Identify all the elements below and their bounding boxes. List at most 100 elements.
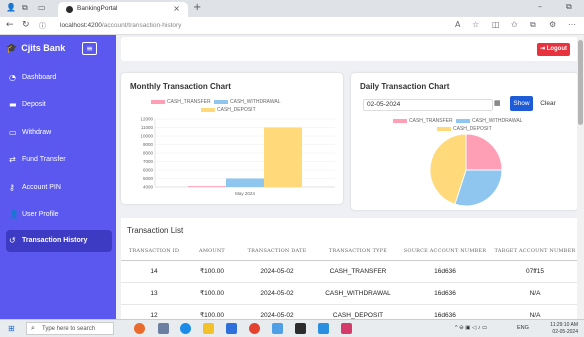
scrollbar-thumb[interactable] (578, 40, 583, 125)
logout-label: Logout (546, 46, 568, 52)
speedometer-icon: ◔ (9, 73, 16, 82)
y-tick-label: 8000 (143, 151, 154, 156)
extensions-icon[interactable]: ⚙ (549, 20, 556, 29)
sidebar-item-fund-transfer[interactable]: ⇄ Fund Transfer (0, 149, 116, 171)
cell-target: 07ff15 (491, 260, 579, 283)
more-icon[interactable]: ⋯ (568, 20, 576, 29)
favorite-star-icon[interactable]: ☆ (472, 20, 479, 29)
task-view-icon[interactable] (158, 323, 169, 334)
transaction-list-title: Transaction List (127, 226, 184, 235)
key-icon: ⚷ (9, 183, 15, 192)
cell-amount: ₹100.00 (187, 282, 237, 305)
language-indicator[interactable]: ENG (517, 325, 529, 331)
header-amount: Amount (187, 242, 237, 261)
search-placeholder: Type here to search (42, 326, 96, 332)
logout-button[interactable]: ⇥ Logout (537, 43, 570, 56)
x-tick-label: May 2024 (235, 191, 255, 196)
sidebar-item-account-pin[interactable]: ⚷ Account PIN (0, 177, 116, 199)
sidebar-item-transaction-history[interactable]: ↺ Transaction History (6, 230, 112, 252)
taskbar-search-input[interactable]: ⌕ Type here to search (26, 322, 114, 335)
clock-time: 11:29:10 AM (550, 322, 578, 328)
pie-slice-cash-transfer (465, 133, 503, 171)
menu-toggle-button[interactable]: ≡ (82, 42, 97, 55)
user-icon: 👤 (9, 210, 19, 219)
monthly-chart-card: Monthly Transaction Chart CASH_TRANSFER … (121, 73, 343, 204)
sidebar-item-label: User Profile (22, 211, 59, 218)
chrome-icon[interactable] (249, 323, 260, 334)
cell-transaction-id: 14 (121, 260, 187, 283)
tab-actions-icon[interactable]: ▭ (38, 3, 46, 12)
y-tick-label: 4000 (143, 185, 154, 190)
cell-target: N/A (491, 282, 579, 305)
refresh-icon[interactable]: ↻ (22, 20, 30, 30)
table-header-row: Transaction ID Amount Transaction Date T… (121, 242, 579, 261)
browser-tab[interactable]: BankingPortal × (58, 2, 188, 17)
sidebar-item-label: Fund Transfer (22, 156, 66, 163)
sidebar-item-label: Account PIN (22, 184, 61, 191)
table-row: 14 ₹100.00 2024-05-02 CASH_TRANSFER 16d6… (121, 260, 579, 283)
sidebar-item-user-profile[interactable]: 👤 User Profile (0, 204, 116, 226)
y-tick-label: 11000 (141, 125, 154, 130)
terminal-icon[interactable] (295, 323, 306, 334)
search-icon: ⌕ (31, 324, 35, 332)
app-icon-2[interactable] (272, 323, 283, 334)
profile-icon[interactable]: 👤 (6, 3, 16, 12)
app-icon-3[interactable] (341, 323, 352, 334)
header-transaction-date: Transaction Date (237, 242, 317, 261)
monthly-bar-chart: 4000 5000 6000 7000 8000 9000 10000 11000 12000 M… (140, 117, 335, 196)
back-icon[interactable]: ← (6, 20, 14, 30)
split-screen-icon[interactable]: ◫ (492, 20, 500, 29)
bar-cash-deposit (264, 127, 302, 187)
sidebar-item-label: Transaction History (22, 237, 88, 244)
cell-source: 16d636 (399, 282, 491, 305)
address-bar: ← ↻ ⓘ localhost:4200/account/transaction… (0, 17, 584, 35)
url-path: /account/transaction-history (101, 22, 182, 29)
site-info-icon[interactable]: ⓘ (39, 21, 46, 31)
read-aloud-icon[interactable]: A (455, 20, 460, 29)
sidebar-item-dashboard[interactable]: ◔ Dashboard (0, 67, 116, 89)
url-field[interactable]: localhost:4200/account/transaction-histo… (60, 22, 181, 29)
y-tick-label: 12000 (140, 117, 153, 122)
history-icon: ↺ (9, 236, 16, 245)
daily-chart-card: Daily Transaction Chart 02-05-2024 ▦ Sho… (351, 73, 578, 210)
graduation-cap-icon: 🎓 (6, 44, 18, 54)
top-bar: ⇥ Logout (121, 37, 579, 61)
logout-icon: ⇥ (539, 46, 547, 52)
new-tab-icon[interactable]: + (193, 2, 201, 13)
y-tick-label: 9000 (143, 142, 154, 147)
clock-date: 02-05-2024 (552, 329, 578, 335)
system-tray-icons[interactable]: ^ ⊖ ▣ ◁ ♪ ▭ (455, 325, 487, 331)
store-icon[interactable] (226, 323, 237, 334)
sidebar-item-label: Deposit (22, 101, 46, 108)
collections-icon[interactable]: ⧉ (530, 20, 536, 30)
cell-date: 2024-05-02 (237, 282, 317, 305)
brand-name: Cjits Bank (21, 43, 66, 53)
sidebar-item-deposit[interactable]: ▬ Deposit (0, 94, 116, 116)
header-transaction-id: Transaction ID (121, 242, 187, 261)
sidebar-item-withdraw[interactable]: ▭ Withdraw (0, 122, 116, 144)
tab-close-icon[interactable]: × (173, 4, 180, 13)
header-source-account: Source Account Number (399, 242, 491, 261)
header-transaction-type: Transaction Type (317, 242, 399, 261)
minimize-icon[interactable]: – (538, 2, 542, 11)
browser-tab-bar: 👤 ⧉ ▭ BankingPortal × + – ⧉ (0, 0, 584, 17)
cell-transaction-id: 13 (121, 282, 187, 305)
windows-start-icon[interactable]: ⊞ (8, 324, 15, 333)
clock[interactable]: 11:29:10 AM 02-05-2024 (540, 322, 578, 336)
app-icon-1[interactable] (134, 323, 145, 334)
file-explorer-icon[interactable] (203, 323, 214, 334)
edge-icon[interactable] (180, 323, 191, 334)
restore-icon[interactable]: ⧉ (566, 2, 572, 12)
favicon-icon (66, 6, 73, 13)
vscode-icon[interactable] (318, 323, 329, 334)
vertical-scrollbar[interactable] (577, 35, 584, 319)
favorites-icon[interactable]: ✩ (511, 20, 518, 29)
money-icon: ▭ (9, 128, 17, 137)
y-tick-label: 7000 (143, 159, 154, 164)
tab-title: BankingPortal (77, 5, 118, 12)
brand[interactable]: 🎓 Cjits Bank (6, 43, 65, 54)
cell-source: 16d636 (399, 260, 491, 283)
y-tick-label: 5000 (143, 176, 154, 181)
workspaces-icon[interactable]: ⧉ (22, 3, 28, 13)
sidebar: 🎓 Cjits Bank ≡ ◔ Dashboard ▬ Deposit ▭ Wi… (0, 35, 116, 319)
